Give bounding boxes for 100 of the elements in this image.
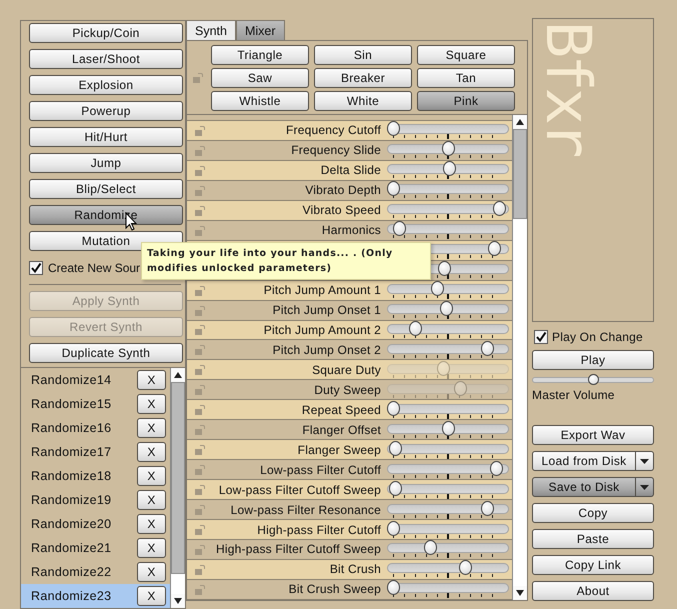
slider-thumb[interactable] xyxy=(480,500,494,516)
slider-thumb[interactable] xyxy=(458,560,472,576)
slider-thumb[interactable] xyxy=(389,480,402,496)
slider-thumb[interactable] xyxy=(442,141,454,156)
slider-thumb[interactable] xyxy=(387,121,400,136)
slider[interactable] xyxy=(387,161,509,180)
dropdown-button[interactable] xyxy=(636,477,654,497)
slider[interactable] xyxy=(387,380,509,399)
delete-button[interactable]: X xyxy=(137,466,166,486)
preset-button[interactable]: Powerup xyxy=(29,101,183,121)
delete-button[interactable]: X xyxy=(137,562,166,582)
action-button[interactable]: About xyxy=(532,581,654,601)
slider[interactable] xyxy=(387,360,509,379)
action-button[interactable]: Save to Disk xyxy=(532,477,636,497)
sound-list-item[interactable]: Randomize19 X xyxy=(21,488,170,512)
slider[interactable] xyxy=(387,540,509,558)
checkbox[interactable] xyxy=(534,330,548,344)
waveform-button[interactable]: Tan xyxy=(417,68,515,88)
delete-button[interactable]: X xyxy=(137,514,166,534)
waveform-button[interactable]: White xyxy=(314,90,412,110)
preset-button[interactable]: Pickup/Coin xyxy=(29,23,183,43)
slider-thumb[interactable] xyxy=(389,440,402,456)
tooltip: Taking your life into your hands... . (Only modifies unlocked parameters) xyxy=(141,242,431,280)
slider-thumb[interactable] xyxy=(442,420,454,436)
slider[interactable] xyxy=(387,301,509,320)
volume-slider[interactable] xyxy=(532,374,654,386)
slider[interactable] xyxy=(387,580,509,598)
synth-button[interactable]: Duplicate Synth xyxy=(29,343,183,363)
sound-list-item[interactable]: Randomize18 X xyxy=(21,464,170,488)
action-button[interactable]: Load from Disk xyxy=(532,451,636,471)
delete-button[interactable]: X xyxy=(137,370,166,390)
slider[interactable] xyxy=(387,560,509,578)
slider[interactable] xyxy=(387,480,509,499)
slider-thumb[interactable] xyxy=(430,281,444,296)
delete-button[interactable]: X xyxy=(137,442,166,462)
action-button[interactable]: Export Wav xyxy=(532,425,654,445)
waveform-button[interactable]: Square xyxy=(417,44,515,64)
sound-list-item[interactable]: Randomize20 X xyxy=(21,512,170,536)
preset-button[interactable]: Laser/Shoot xyxy=(29,49,183,69)
slider-thumb[interactable] xyxy=(588,374,598,385)
slider[interactable] xyxy=(387,320,509,339)
slider[interactable] xyxy=(387,440,509,459)
checkbox[interactable] xyxy=(29,261,43,275)
slider-thumb[interactable] xyxy=(392,221,406,236)
slider-thumb[interactable] xyxy=(387,181,400,196)
delete-button[interactable]: X xyxy=(137,586,166,606)
action-button[interactable]: Copy xyxy=(532,503,654,523)
sound-list-item[interactable]: Randomize15 X xyxy=(21,392,170,416)
waveform-button[interactable]: Pink xyxy=(417,90,515,110)
waveform-button[interactable]: Saw xyxy=(211,68,309,88)
sound-list-item[interactable]: Randomize16 X xyxy=(21,416,170,440)
waveform-button[interactable]: Breaker xyxy=(314,68,412,88)
slider[interactable] xyxy=(387,141,509,160)
delete-button[interactable]: X xyxy=(137,394,166,414)
scrollbar-thumb[interactable] xyxy=(513,129,527,219)
play-button[interactable]: Play xyxy=(532,350,654,370)
sound-list-item[interactable]: Randomize14 X xyxy=(21,368,170,392)
waveform-button[interactable]: Whistle xyxy=(211,90,309,110)
slider-thumb[interactable] xyxy=(442,161,456,176)
slider-thumb[interactable] xyxy=(440,301,454,316)
slider[interactable] xyxy=(387,201,509,220)
delete-button[interactable]: X xyxy=(137,490,166,510)
sound-list-item[interactable]: Randomize23 X xyxy=(21,584,170,608)
waveform-button[interactable]: Sin xyxy=(314,44,412,64)
slider[interactable] xyxy=(387,340,509,359)
preset-button[interactable]: Blip/Select xyxy=(29,179,183,199)
slider[interactable] xyxy=(387,400,509,419)
slider-thumb[interactable] xyxy=(480,340,494,356)
preset-button[interactable]: Hit/Hurt xyxy=(29,127,183,147)
parameter-label: Frequency Cutoff xyxy=(284,123,382,138)
slider-thumb[interactable] xyxy=(438,261,452,276)
sound-list-item[interactable]: Randomize17 X xyxy=(21,440,170,464)
slider-thumb[interactable] xyxy=(490,460,502,476)
slider-thumb[interactable] xyxy=(488,241,502,256)
sound-list-item[interactable]: Randomize21 X xyxy=(21,536,170,560)
sound-list-item[interactable]: Randomize22 X xyxy=(21,560,170,584)
preset-button[interactable]: Jump xyxy=(29,153,183,173)
tab[interactable]: Mixer xyxy=(236,20,285,40)
slider[interactable] xyxy=(387,520,509,539)
slider-thumb[interactable] xyxy=(387,520,400,536)
preset-button[interactable]: Explosion xyxy=(29,75,183,95)
slider[interactable] xyxy=(387,181,509,200)
tab[interactable]: Synth xyxy=(186,20,236,40)
slider-thumb[interactable] xyxy=(492,201,506,216)
action-button[interactable]: Paste xyxy=(532,529,654,549)
slider[interactable] xyxy=(387,420,509,439)
action-button[interactable]: Copy Link xyxy=(532,555,654,575)
delete-button[interactable]: X xyxy=(137,538,166,558)
slider[interactable] xyxy=(387,121,509,140)
slider[interactable] xyxy=(387,221,509,240)
delete-button[interactable]: X xyxy=(137,418,166,438)
slider-thumb[interactable] xyxy=(387,400,400,416)
waveform-button[interactable]: Triangle xyxy=(211,44,309,64)
slider-thumb[interactable] xyxy=(387,580,400,596)
slider[interactable] xyxy=(387,500,509,519)
slider-thumb[interactable] xyxy=(424,540,438,556)
dropdown-button[interactable] xyxy=(636,451,654,471)
slider[interactable] xyxy=(387,460,509,479)
slider[interactable] xyxy=(387,281,509,300)
scrollbar-thumb[interactable] xyxy=(171,382,185,574)
